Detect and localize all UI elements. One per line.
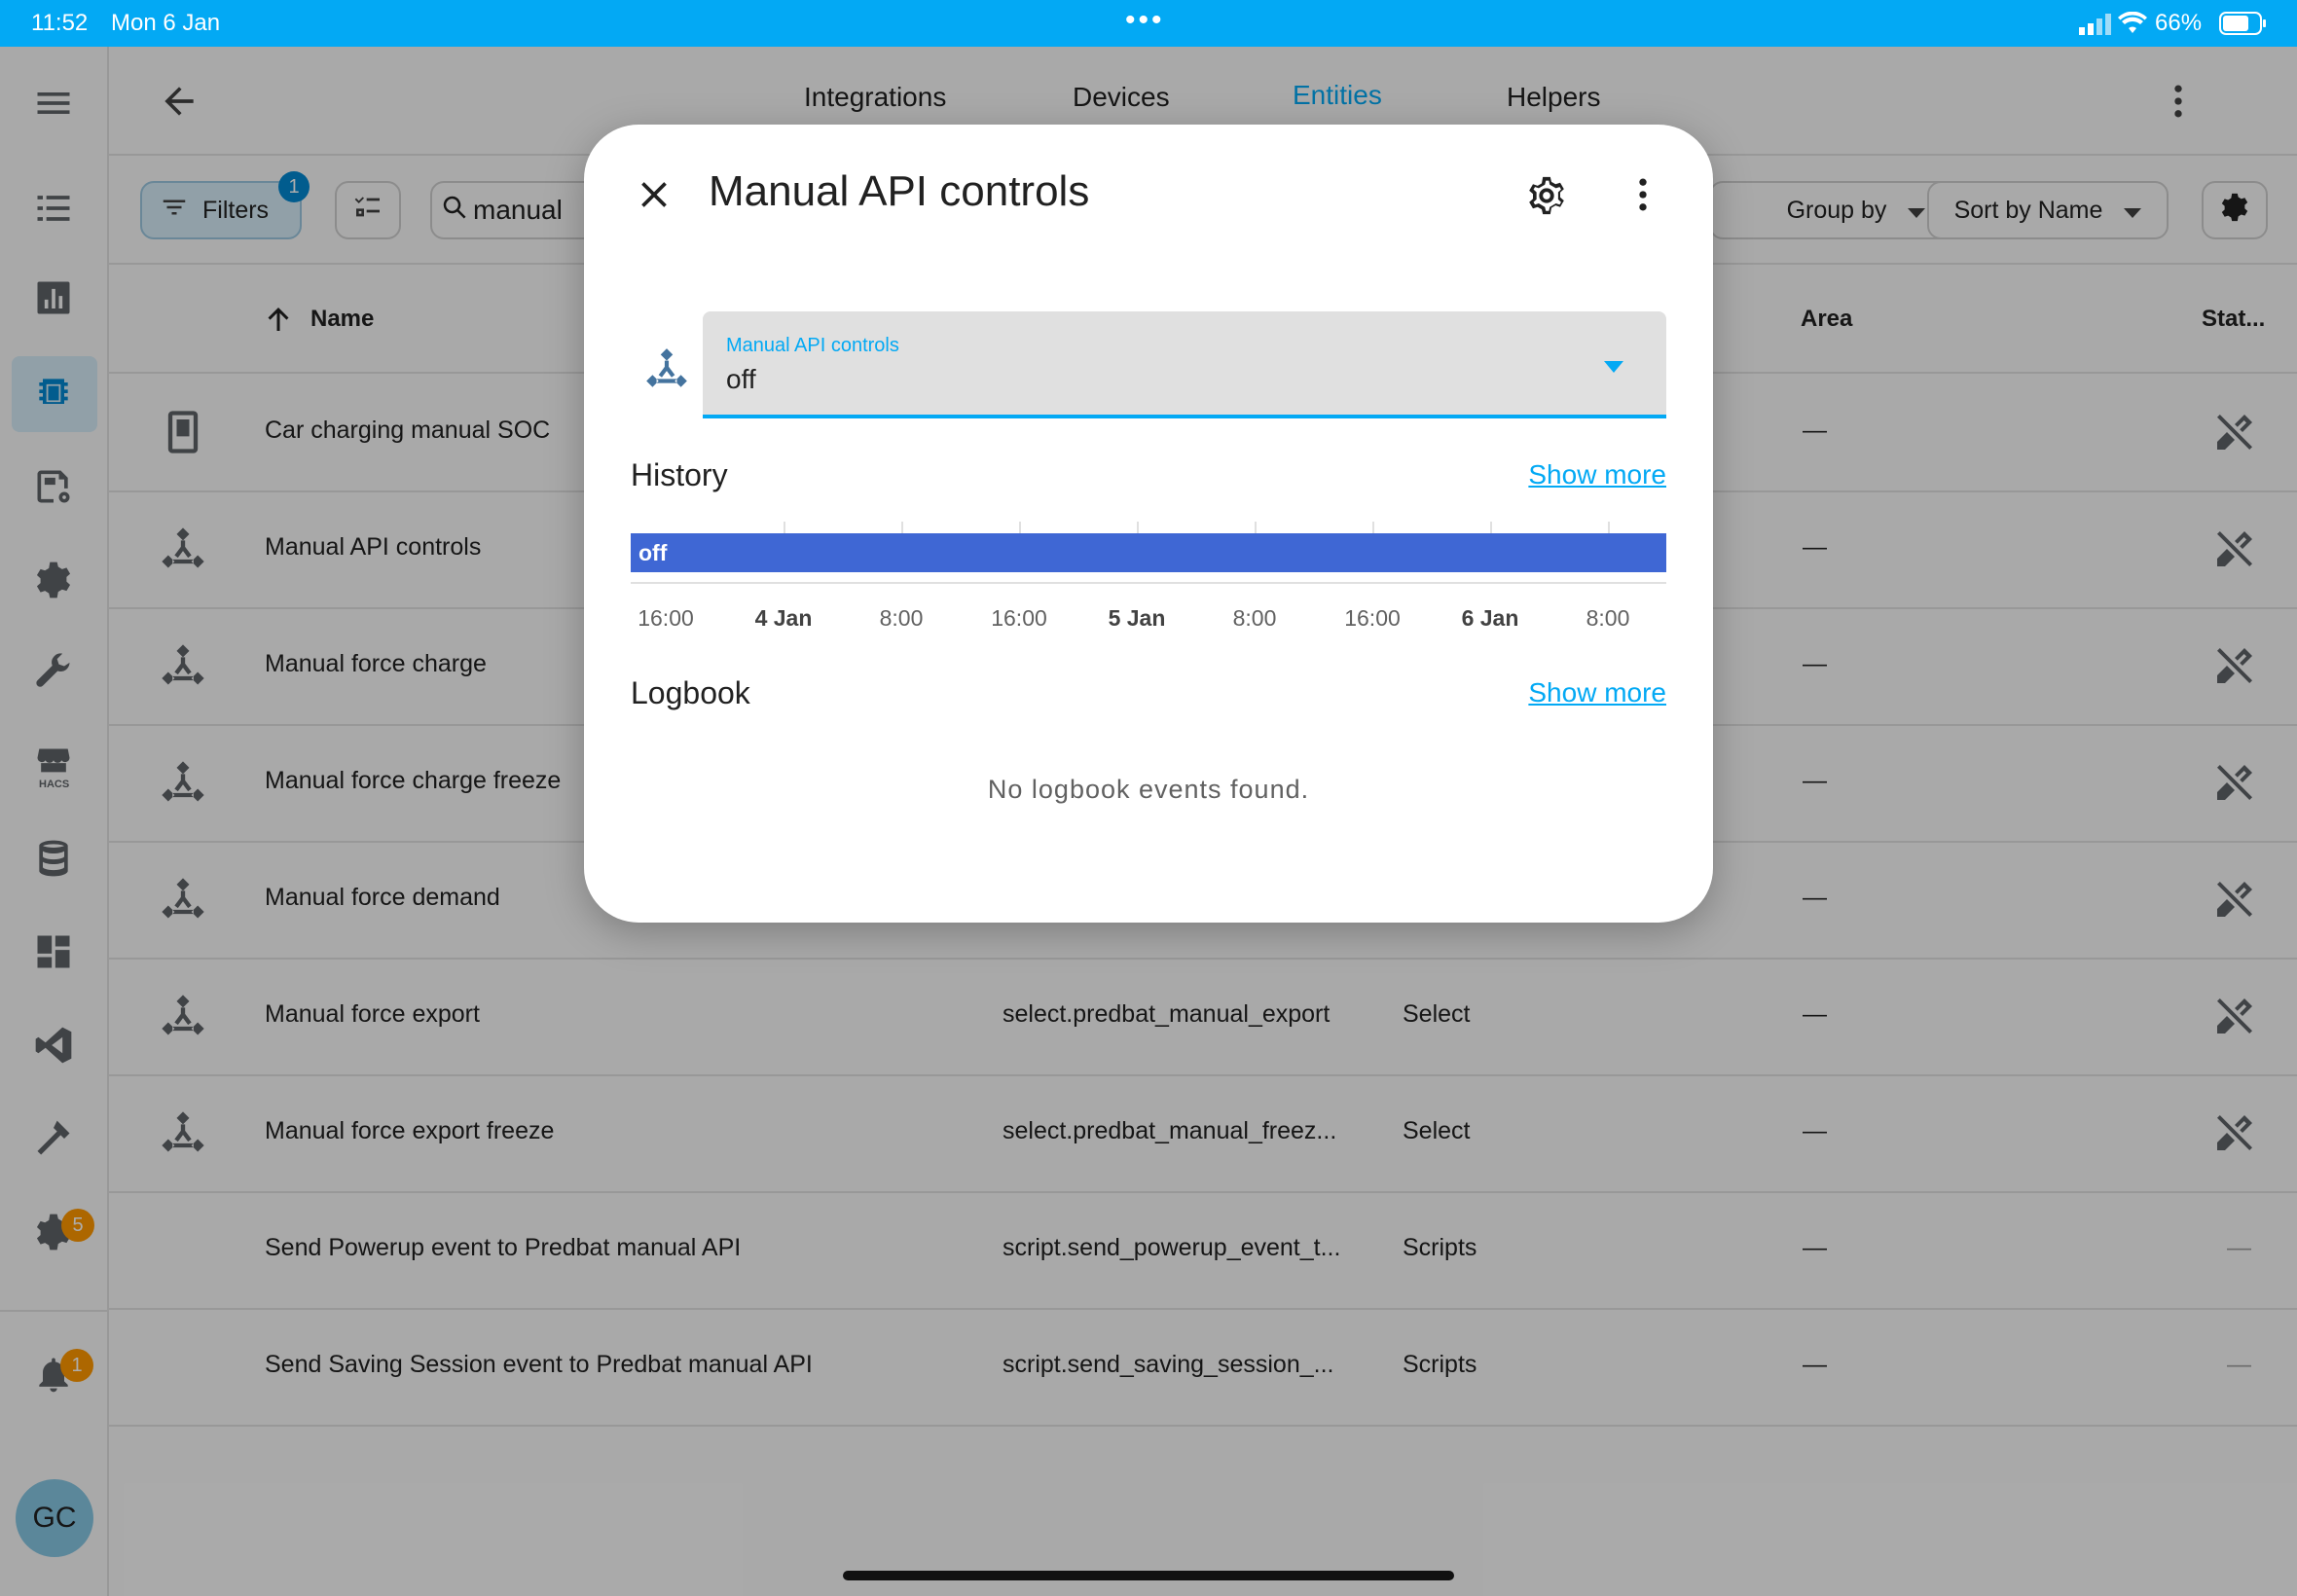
- home-indicator[interactable]: [843, 1571, 1454, 1580]
- timeline-area: [631, 522, 1666, 524]
- battery-icon: [2219, 12, 2268, 42]
- history-state-bar[interactable]: off: [631, 533, 1666, 572]
- timeline-tick-label: 5 Jan: [1108, 605, 1166, 631]
- status-date: Mon 6 Jan: [111, 10, 221, 36]
- timeline-tick-label: 16:00: [638, 605, 694, 631]
- logbook-empty-message: No logbook events found.: [987, 775, 1310, 804]
- state-select-label: Manual API controls: [726, 335, 899, 356]
- status-bar: 11:52 Mon 6 Jan ••• 66%: [0, 0, 2297, 47]
- battery-percent: 66%: [2155, 10, 2203, 36]
- history-title: History: [631, 457, 728, 492]
- state-select[interactable]: Manual API controls off: [703, 311, 1666, 418]
- select-entity-icon: [642, 345, 691, 398]
- close-icon[interactable]: [633, 173, 675, 221]
- timeline-tick-label: 8:00: [879, 605, 924, 631]
- state-select-value: off: [726, 364, 756, 394]
- timeline-tick-label: 16:00: [1344, 605, 1401, 631]
- dropdown-arrow-icon: [1604, 360, 1623, 378]
- more-vertical-icon[interactable]: [1622, 173, 1664, 221]
- timeline-tick-label: 16:00: [991, 605, 1047, 631]
- gear-icon[interactable]: [1524, 173, 1569, 223]
- history-state-label: off: [638, 540, 668, 565]
- timeline-tick-label: 8:00: [1586, 605, 1630, 631]
- cellular-signal-icon: [2079, 14, 2112, 42]
- multitask-dots-icon[interactable]: •••: [1125, 4, 1165, 37]
- logbook-show-more-link[interactable]: Show more: [1528, 677, 1666, 708]
- logbook-title: Logbook: [631, 675, 750, 710]
- history-show-more-link[interactable]: Show more: [1528, 459, 1666, 490]
- timeline-axis: [631, 582, 1666, 584]
- timeline-tick-label: 4 Jan: [754, 605, 813, 631]
- timeline-tick-label: 6 Jan: [1461, 605, 1519, 631]
- wifi-icon: [2118, 11, 2147, 42]
- entity-dialog: Manual API controls Manual API controls …: [584, 125, 1713, 923]
- status-time: 11:52: [31, 10, 89, 36]
- dialog-title: Manual API controls: [709, 167, 1090, 215]
- timeline-tick-label: 8:00: [1232, 605, 1277, 631]
